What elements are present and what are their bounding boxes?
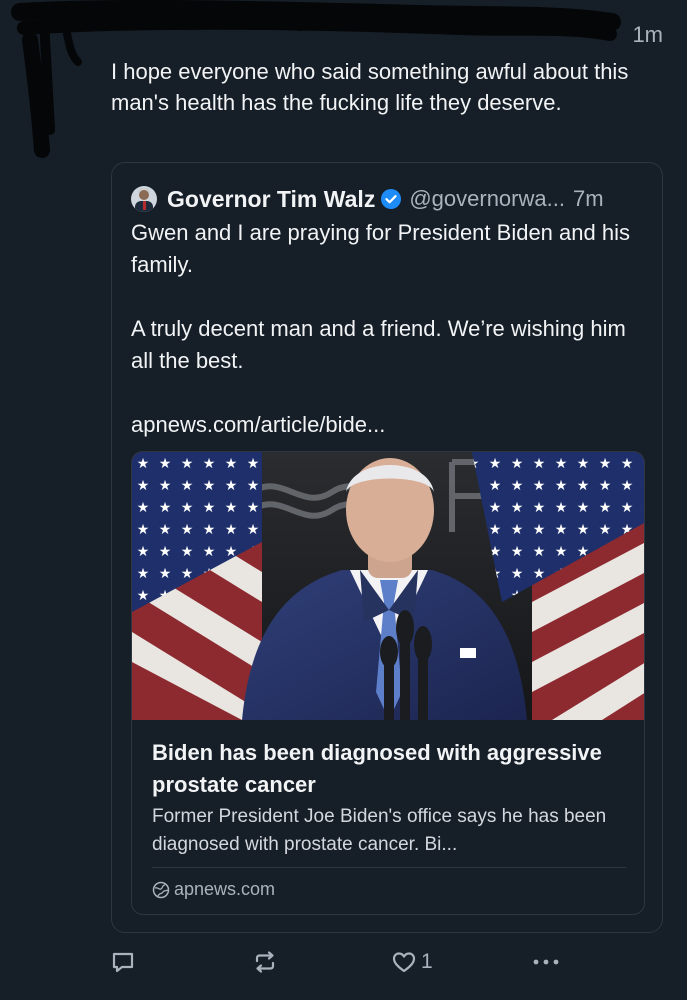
article-source[interactable]: apnews.com [152, 879, 275, 900]
heart-icon [392, 952, 416, 973]
article-description: Former President Joe Biden's office says… [152, 806, 607, 855]
like-button[interactable]: 1 [391, 944, 433, 980]
verified-badge-icon [381, 189, 402, 209]
globe-icon [152, 881, 170, 898]
like-count: 1 [421, 950, 433, 973]
post-timestamp: 1m [632, 22, 663, 47]
reply-icon [112, 952, 134, 973]
post-actions: 1 [0, 944, 687, 980]
quoted-paragraph: Gwen and I are praying for President Bid… [131, 220, 630, 277]
avatar[interactable] [131, 186, 157, 212]
more-icon [533, 959, 559, 965]
post-text: I hope everyone who said something awful… [111, 59, 629, 115]
divider [152, 867, 626, 868]
article-domain: apnews.com [174, 879, 276, 899]
post[interactable]: 1m I hope everyone who said something aw… [0, 0, 687, 1000]
article-thumbnail: ★ [132, 452, 644, 720]
quoted-author-handle[interactable]: @governorwa... [409, 186, 565, 212]
repost-icon [255, 951, 275, 973]
article-title[interactable]: Biden has been diagnosed with aggressive… [152, 737, 622, 801]
reply-button[interactable] [110, 944, 136, 980]
repost-button[interactable] [252, 944, 278, 980]
quoted-author-name[interactable]: Governor Tim Walz [167, 186, 375, 213]
quoted-paragraph: A truly decent man and a friend. We’re w… [131, 316, 626, 373]
quoted-post-text: Gwen and I are praying for President Bid… [131, 217, 646, 441]
quoted-post[interactable]: Governor Tim Walz @governorwa... 7m Gwen… [111, 162, 663, 933]
quoted-post-timestamp: 7m [572, 186, 604, 211]
more-button[interactable] [530, 944, 562, 980]
link-card-body: Biden has been diagnosed with aggressive… [132, 720, 644, 914]
quoted-link-text[interactable]: apnews.com/article/bide... [131, 409, 646, 441]
link-preview-card[interactable]: ★ [131, 451, 645, 915]
quoted-post-header: Governor Tim Walz @governorwa... 7m [131, 183, 646, 215]
